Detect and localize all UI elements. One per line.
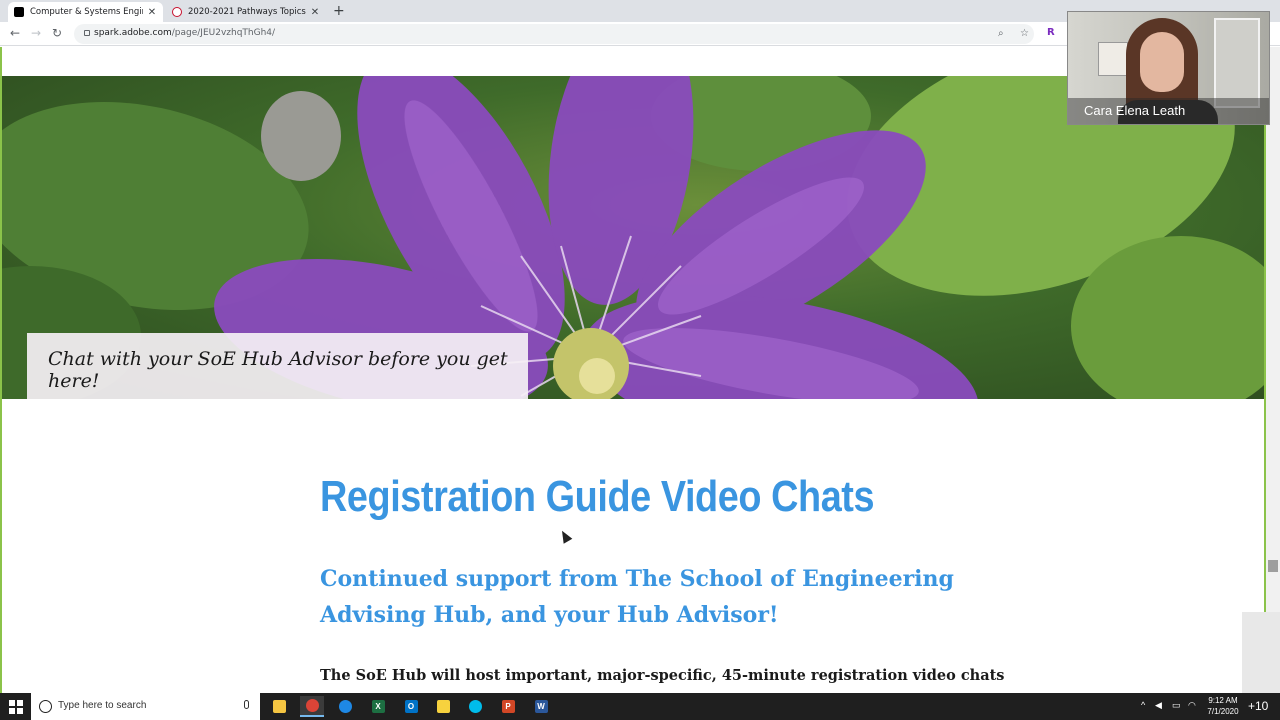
clock-time: 9:12 AM (1208, 696, 1238, 705)
zoom-icon[interactable]: ⌕ (998, 28, 1004, 39)
new-tab-button[interactable]: + (333, 3, 345, 19)
video-wall-frame (1098, 42, 1128, 76)
chevron-up-icon[interactable]: ^ (1141, 700, 1145, 710)
extension-icon[interactable]: R (1047, 27, 1055, 38)
powerpoint-icon[interactable]: P (496, 696, 520, 717)
page-subtitle: Continued support from The School of Eng… (320, 566, 954, 628)
intro-paragraph: The SoE Hub will host important, major-s… (320, 667, 1005, 684)
volume-icon[interactable]: ◀ (1155, 700, 1162, 711)
url-path: /page/JEU2vzhqThGh4/ (171, 28, 276, 38)
tab-title: 2020-2021 Pathways Topics | RPI (188, 7, 306, 17)
rpi-icon (172, 7, 182, 17)
search-placeholder: Type here to search (58, 700, 147, 711)
battery-icon[interactable]: ▭ (1172, 700, 1181, 711)
windows-start-icon[interactable] (9, 700, 23, 714)
scrollbar-thumb[interactable] (1268, 560, 1278, 572)
url-text: spark.adobe.com/page/JEU2vzhqThGh4/ (94, 28, 275, 38)
notification-count[interactable]: +10 (1248, 699, 1268, 713)
outlook-icon[interactable]: O (399, 696, 423, 717)
wifi-icon[interactable]: ◠ (1188, 700, 1196, 711)
chrome-icon[interactable] (300, 696, 324, 717)
video-door (1214, 18, 1260, 108)
tab-title: Computer & Systems Engineerin (30, 7, 143, 17)
back-icon[interactable]: ← (8, 26, 22, 40)
side-panel (1242, 612, 1280, 693)
url-host: spark.adobe.com (94, 28, 172, 38)
close-icon[interactable]: ✕ (310, 7, 320, 18)
web-page: Chat with your SoE Hub Advisor before yo… (0, 47, 1266, 693)
scrollbar[interactable] (1266, 47, 1280, 693)
excel-icon[interactable]: X (366, 696, 390, 717)
microphone-icon[interactable] (244, 700, 249, 709)
participant-name: Cara Elena Leath (1068, 98, 1269, 124)
word-icon[interactable]: W (529, 696, 553, 717)
file-explorer-icon[interactable] (267, 696, 291, 717)
reload-icon[interactable]: ↻ (50, 26, 64, 40)
cortana-icon (39, 700, 52, 713)
video-tile[interactable]: Cara Elena Leath (1067, 11, 1270, 125)
clock-date: 7/1/2020 (1207, 707, 1239, 716)
page-title: Registration Guide Video Chats (320, 472, 875, 521)
lock-icon (84, 30, 90, 36)
hero-caption-text: Chat with your SoE Hub Advisor before yo… (48, 347, 508, 392)
tab-computer-systems-engineering[interactable]: Computer & Systems Engineerin ✕ (8, 2, 163, 22)
taskbar-search[interactable]: Type here to search (31, 693, 260, 720)
edge-icon[interactable] (333, 696, 357, 717)
taskbar-clock[interactable]: 9:12 AM 7/1/2020 (1205, 695, 1241, 717)
tab-pathways-topics[interactable]: 2020-2021 Pathways Topics | RPI ✕ (166, 2, 326, 22)
address-bar[interactable]: spark.adobe.com/page/JEU2vzhqThGh4/ ⌕ ☆ (74, 24, 1034, 44)
taskbar: Type here to search X O P W ^ ◀ ▭ ◠ 9:12… (0, 693, 1280, 720)
webex-icon[interactable] (463, 696, 487, 717)
spark-icon (14, 7, 24, 17)
sticky-notes-icon[interactable] (431, 696, 455, 717)
hero-caption: Chat with your SoE Hub Advisor before yo… (27, 333, 528, 399)
participant-face (1140, 32, 1184, 92)
close-icon[interactable]: ✕ (147, 7, 157, 18)
forward-icon[interactable]: → (29, 26, 43, 40)
star-icon[interactable]: ☆ (1020, 28, 1029, 39)
